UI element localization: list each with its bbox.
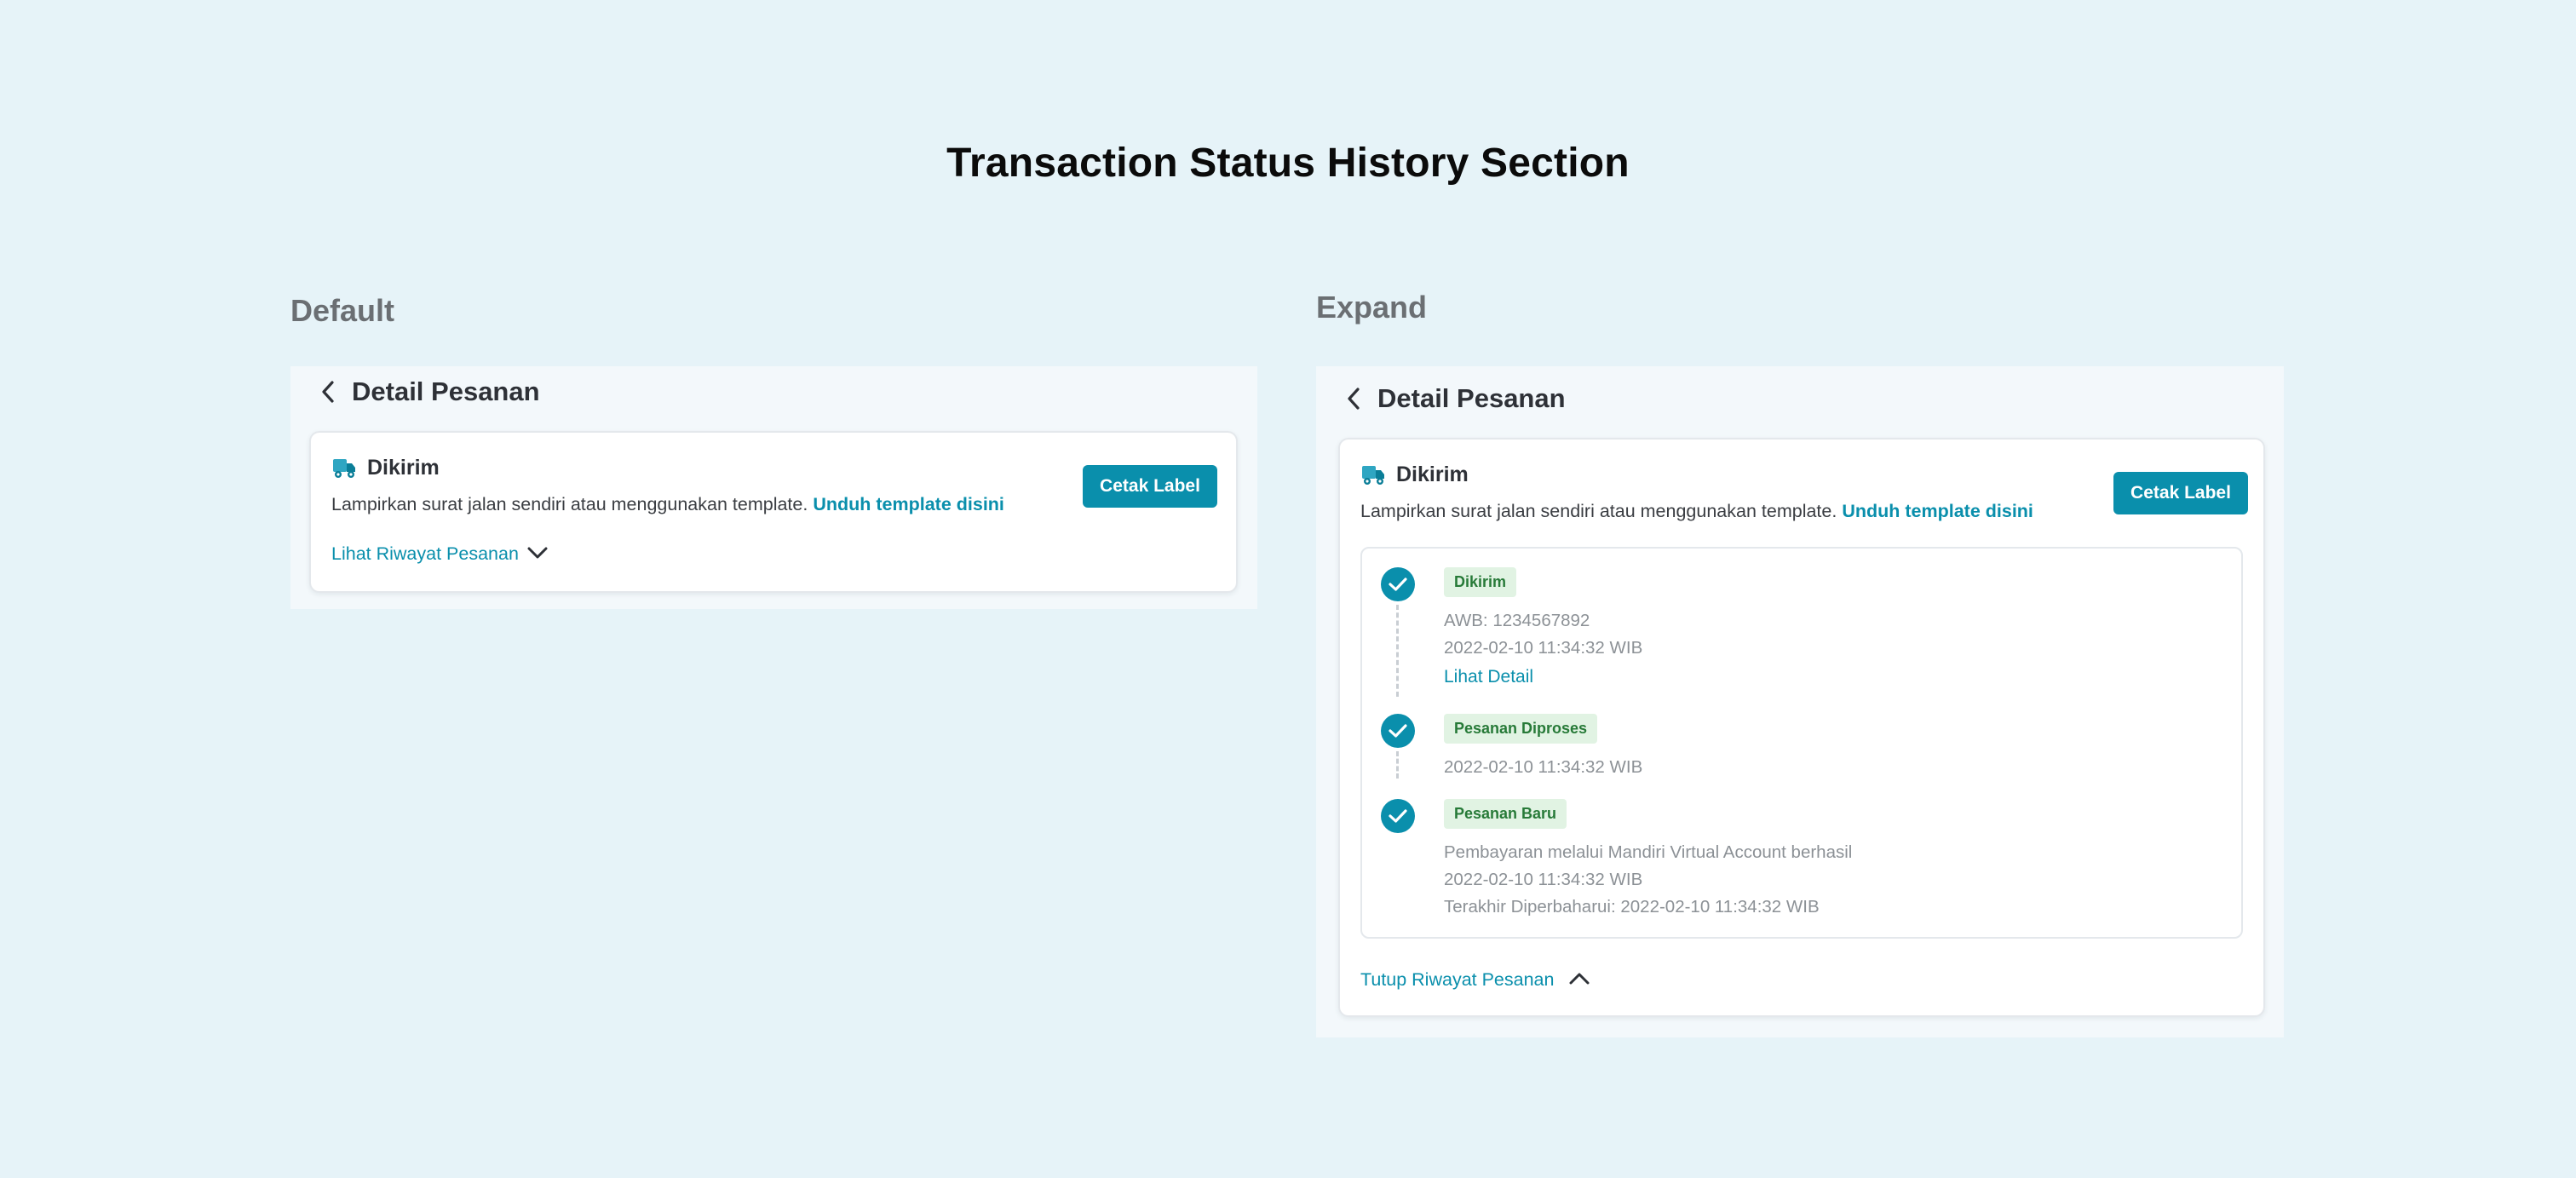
step-timestamp: 2022-02-10 11:34:32 WIB (1444, 757, 1643, 777)
check-circle-icon (1381, 799, 1415, 833)
order-history-panel: Dikirim AWB: 1234567892 2022-02-10 11:34… (1360, 547, 2243, 939)
print-label-button[interactable]: Cetak Label (1083, 465, 1217, 508)
timeline-connector (1396, 751, 1399, 779)
last-updated: Terakhir Diperbaharui: 2022-02-10 11:34:… (1444, 897, 1820, 917)
order-status-card: Dikirim Lampirkan surat jalan sendiri at… (309, 431, 1238, 593)
chevron-up-icon (1569, 969, 1590, 991)
payment-note: Pembayaran melalui Mandiri Virtual Accou… (1444, 842, 1853, 862)
back-chevron-icon[interactable] (1342, 387, 1366, 411)
check-circle-icon (1381, 714, 1415, 748)
step-timestamp: 2022-02-10 11:34:32 WIB (1444, 870, 1643, 889)
status-name: Dikirim (1396, 462, 1469, 486)
status-badge: Dikirim (1444, 567, 1517, 597)
status-badge: Pesanan Diproses (1444, 714, 1598, 744)
description-text: Lampirkan surat jalan sendiri atau mengg… (331, 494, 808, 514)
awb-number: AWB: 1234567892 (1444, 611, 1590, 630)
page-header: Detail Pesanan (1342, 382, 1566, 416)
close-history-label: Tutup Riwayat Pesanan (1360, 969, 1555, 990)
check-circle-icon (1381, 567, 1415, 601)
close-history-toggle[interactable]: Tutup Riwayat Pesanan (1360, 969, 1590, 991)
truck-icon (331, 455, 357, 480)
expand-frame: Detail Pesanan Dikirim Lampirkan surat j… (1316, 366, 2284, 1037)
status-name: Dikirim (367, 455, 440, 480)
status-badge: Pesanan Baru (1444, 799, 1567, 829)
description-text: Lampirkan surat jalan sendiri atau mengg… (1360, 501, 1837, 521)
chevron-down-icon (527, 543, 548, 565)
page-title: Transaction Status History Section (946, 141, 1630, 186)
view-history-label: Lihat Riwayat Pesanan (331, 543, 519, 564)
timeline-connector (1396, 605, 1399, 697)
header-title: Detail Pesanan (352, 376, 540, 406)
step-timestamp: 2022-02-10 11:34:32 WIB (1444, 638, 1643, 658)
view-history-toggle[interactable]: Lihat Riwayat Pesanan (331, 543, 548, 565)
status-description: Lampirkan surat jalan sendiri atau mengg… (331, 494, 1004, 515)
print-label-button[interactable]: Cetak Label (2113, 472, 2248, 514)
template-link[interactable]: Unduh template disini (1842, 501, 2033, 521)
default-frame: Detail Pesanan Dikirim Lampirkan surat j… (290, 366, 1257, 609)
truck-icon (1360, 462, 1386, 487)
history-step-processed: Pesanan Diproses 2022-02-10 11:34:32 WIB (1444, 714, 1642, 781)
template-link[interactable]: Unduh template disini (813, 494, 1004, 514)
history-step-new-order: Pesanan Baru Pembayaran melalui Mandiri … (1444, 799, 1852, 921)
history-step-shipped: Dikirim AWB: 1234567892 2022-02-10 11:34… (1444, 567, 1642, 692)
section-label-expand: Expand (1316, 290, 1428, 325)
view-detail-link[interactable]: Lihat Detail (1444, 662, 1642, 692)
back-chevron-icon[interactable] (316, 380, 340, 404)
section-label-default: Default (290, 293, 395, 328)
status-row: Dikirim (1360, 462, 1469, 487)
page-header: Detail Pesanan (316, 375, 540, 409)
header-title: Detail Pesanan (1377, 383, 1566, 413)
order-status-card: Dikirim Lampirkan surat jalan sendiri at… (1338, 438, 2265, 1017)
status-description: Lampirkan surat jalan sendiri atau mengg… (1360, 501, 2033, 522)
status-row: Dikirim (331, 455, 440, 480)
